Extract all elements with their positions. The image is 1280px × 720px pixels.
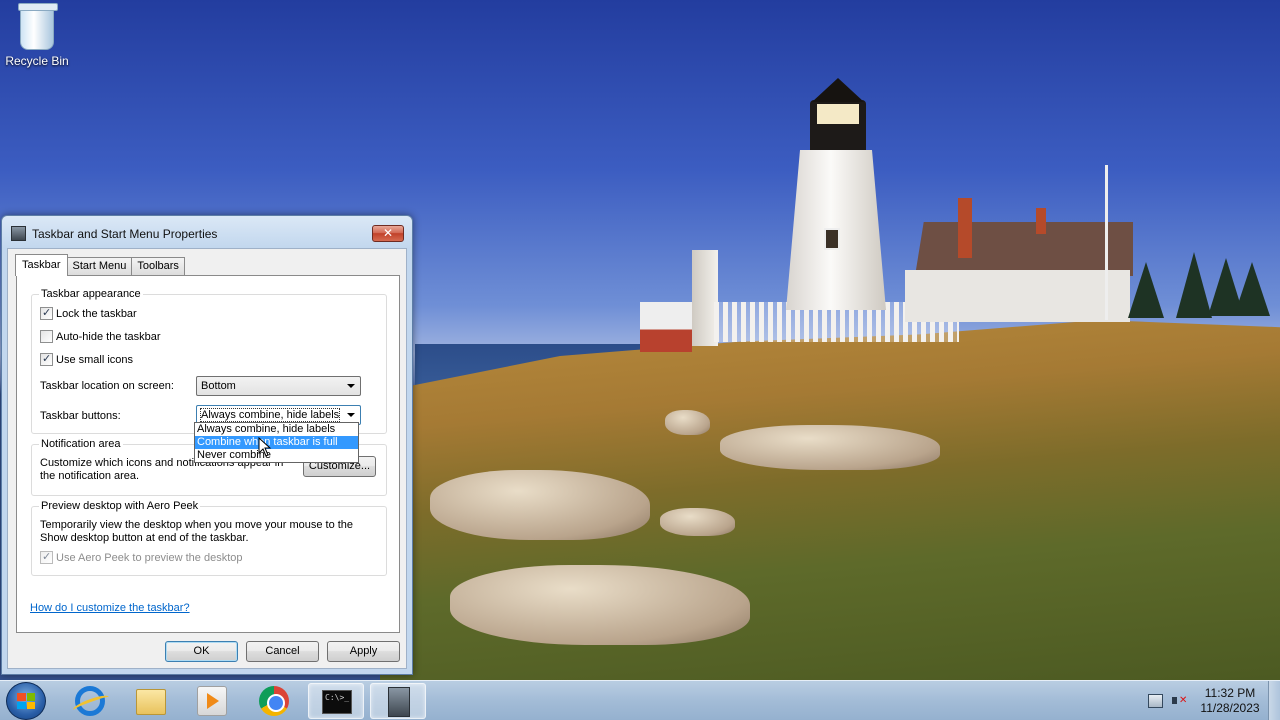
tab-toolbars[interactable]: Toolbars (131, 257, 185, 275)
cancel-button[interactable]: Cancel (246, 641, 319, 662)
network-icon[interactable] (1148, 694, 1163, 708)
aero-peek-description: Temporarily view the desktop when you mo… (40, 519, 354, 544)
small-icons-checkbox[interactable] (40, 352, 53, 366)
mouse-cursor-icon (258, 437, 272, 457)
wallpaper-tree (1234, 262, 1270, 316)
location-value: Bottom (201, 380, 236, 392)
internet-explorer-icon (75, 686, 105, 716)
small-icons-label: Use small icons (56, 353, 134, 366)
tab-strip: Taskbar Start Menu Toolbars (15, 254, 185, 276)
group-title: Preview desktop with Aero Peek (39, 500, 201, 512)
wallpaper-lighthouse-window (824, 228, 840, 250)
taskbar-button-media-player[interactable] (184, 683, 240, 719)
apply-button[interactable]: Apply (327, 641, 400, 662)
close-button[interactable]: ✕ (372, 225, 404, 242)
wallpaper-house-roof (915, 222, 1133, 276)
chrome-icon (259, 686, 289, 716)
auto-hide-label: Auto-hide the taskbar (56, 330, 161, 343)
wallpaper-chimney (1036, 208, 1046, 234)
group-title: Taskbar appearance (39, 288, 143, 300)
buttons-dropdown-list: Always combine, hide labels Combine when… (194, 422, 359, 463)
wallpaper-rock (665, 410, 710, 435)
dialog-title: Taskbar and Start Menu Properties (32, 227, 218, 241)
small-icons-row[interactable]: Use small icons (40, 352, 134, 366)
wallpaper-flagpole (1105, 165, 1108, 320)
location-label: Taskbar location on screen: (40, 380, 174, 392)
chevron-down-icon (347, 384, 355, 388)
wallpaper-chimney (958, 198, 972, 258)
close-icon: ✕ (382, 226, 394, 240)
clock-date: 11/28/2023 (1200, 701, 1260, 715)
dropdown-option-never-combine[interactable]: Never combine (195, 449, 358, 462)
dialog-titlebar[interactable]: Taskbar and Start Menu Properties ✕ (2, 216, 412, 248)
taskbar: C:\>_ 11:32 PM 11/28/2023 (0, 680, 1280, 720)
wallpaper-tree (1176, 252, 1212, 318)
wallpaper-shed (640, 302, 692, 352)
wallpaper-lighthouse-lamp (817, 104, 859, 124)
media-player-icon (197, 686, 227, 716)
chevron-down-icon (347, 413, 355, 417)
aero-peek-checkbox[interactable] (40, 550, 53, 564)
taskbar-button-command-prompt[interactable]: C:\>_ (308, 683, 364, 719)
buttons-label: Taskbar buttons: (40, 410, 121, 422)
dropdown-option-always-combine[interactable]: Always combine, hide labels (195, 423, 358, 436)
lock-taskbar-label: Lock the taskbar (56, 307, 137, 320)
lock-taskbar-checkbox[interactable] (40, 306, 53, 320)
taskbar-properties-icon (11, 226, 26, 241)
aero-peek-group: Preview desktop with Aero Peek Temporari… (31, 500, 387, 576)
tab-taskbar[interactable]: Taskbar (15, 254, 68, 276)
dropdown-option-combine-when-full[interactable]: Combine when taskbar is full (195, 436, 358, 449)
file-explorer-icon (136, 689, 166, 715)
ok-button[interactable]: OK (165, 641, 238, 662)
help-link[interactable]: How do I customize the taskbar? (30, 602, 190, 614)
volume-muted-icon[interactable] (1172, 694, 1187, 708)
auto-hide-row[interactable]: Auto-hide the taskbar (40, 330, 161, 343)
buttons-value: Always combine, hide labels (199, 408, 341, 422)
wallpaper-lighthouse-roof (812, 78, 864, 102)
desktop-icon-label: Recycle Bin (5, 54, 69, 68)
wallpaper-rock (660, 508, 735, 536)
clock-time: 11:32 PM (1204, 686, 1256, 700)
start-button[interactable] (6, 682, 46, 720)
aero-peek-label: Use Aero Peek to preview the desktop (56, 551, 243, 564)
tab-start-menu[interactable]: Start Menu (66, 257, 133, 275)
aero-peek-row[interactable]: Use Aero Peek to preview the desktop (40, 550, 243, 564)
auto-hide-checkbox[interactable] (40, 330, 53, 343)
windows-start-icon (17, 693, 35, 709)
wallpaper-tree (1128, 262, 1164, 318)
taskbar-button-internet-explorer[interactable] (62, 683, 118, 719)
group-title: Notification area (39, 438, 123, 450)
location-select[interactable]: Bottom (196, 376, 361, 396)
taskbar-button-chrome[interactable] (246, 683, 302, 719)
wallpaper-rock (450, 565, 750, 645)
wallpaper-house (905, 270, 1130, 322)
wallpaper-rock (430, 470, 650, 540)
command-prompt-icon: C:\>_ (322, 690, 352, 714)
taskbar-button-file-explorer[interactable] (123, 683, 179, 719)
lock-taskbar-row[interactable]: Lock the taskbar (40, 306, 137, 320)
taskbar-properties-icon (388, 687, 410, 717)
taskbar-appearance-group: Taskbar appearance Lock the taskbar Auto… (31, 288, 387, 434)
recycle-bin-icon (18, 3, 58, 50)
taskbar-button-properties[interactable] (370, 683, 426, 719)
wallpaper-rock (720, 425, 940, 470)
system-clock[interactable]: 11:32 PM 11/28/2023 (1192, 686, 1268, 716)
desktop-icon-recycle-bin[interactable]: Recycle Bin (4, 3, 70, 68)
show-desktop-button[interactable] (1268, 681, 1280, 720)
